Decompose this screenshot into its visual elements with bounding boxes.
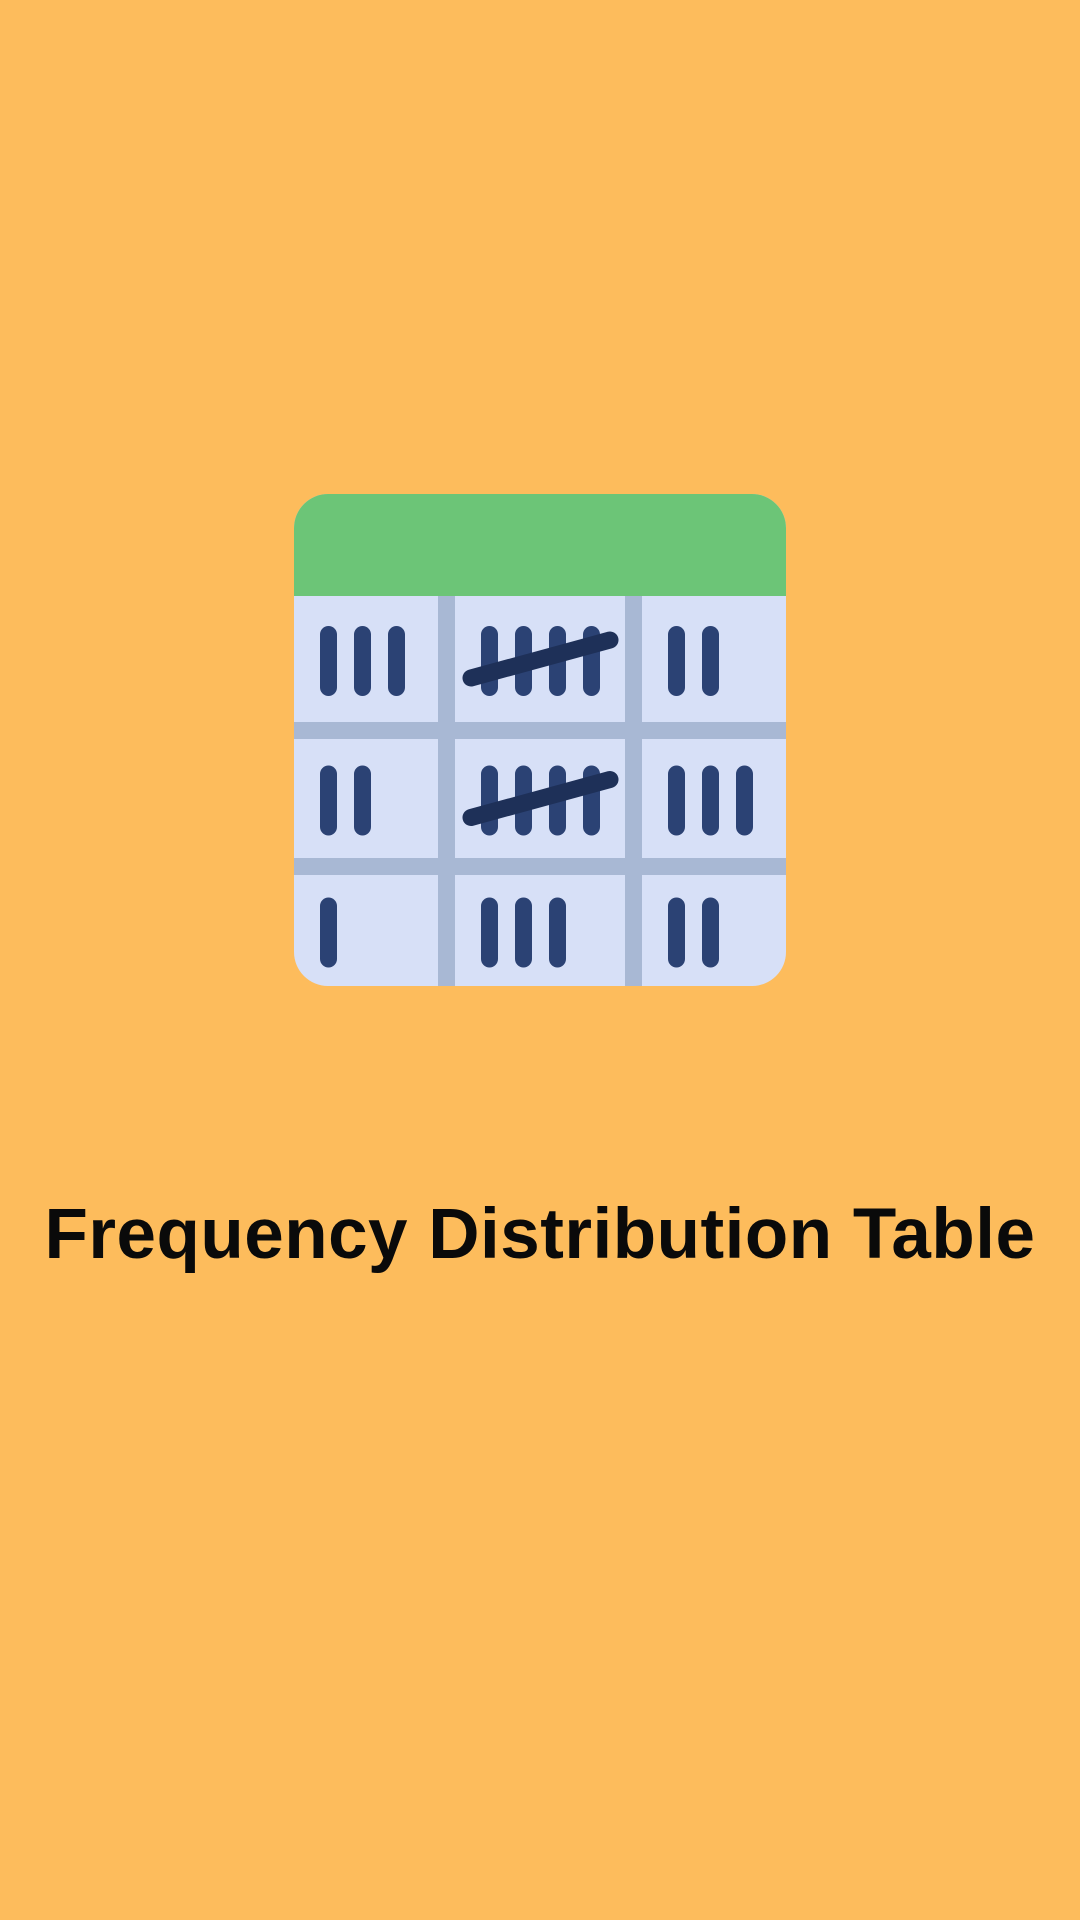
tally-mark: [668, 626, 685, 696]
tally-mark: [702, 626, 719, 696]
grid-row-divider: [294, 722, 786, 739]
tally-mark: [354, 626, 371, 696]
tally-mark: [481, 626, 498, 696]
tally-cell: [320, 897, 337, 968]
tally-cell: [668, 765, 753, 836]
tally-mark: [320, 626, 337, 696]
tally-table-graphic: [294, 494, 786, 986]
tally-cell: [481, 897, 566, 968]
table-header: [294, 494, 786, 596]
tally-mark: [388, 626, 405, 696]
tally-mark: [354, 765, 371, 836]
tally-mark: [702, 765, 719, 836]
tally-mark: [668, 897, 685, 968]
grid-column-divider: [438, 596, 455, 986]
tally-mark: [702, 897, 719, 968]
tally-mark: [481, 897, 498, 968]
tally-mark: [320, 897, 337, 968]
tally-mark: [549, 897, 566, 968]
tally-mark: [481, 765, 498, 836]
page-title: Frequency Distribution Table: [44, 1195, 1036, 1274]
grid-row-divider: [294, 858, 786, 875]
tally-mark: [736, 765, 753, 836]
tally-mark: [515, 897, 532, 968]
splash-screen: Frequency Distribution Table: [0, 0, 1080, 1920]
tally-table-icon: [294, 494, 786, 986]
tally-cell: [320, 626, 405, 696]
tally-mark: [320, 765, 337, 836]
tally-mark: [668, 765, 685, 836]
grid-column-divider: [625, 596, 642, 986]
